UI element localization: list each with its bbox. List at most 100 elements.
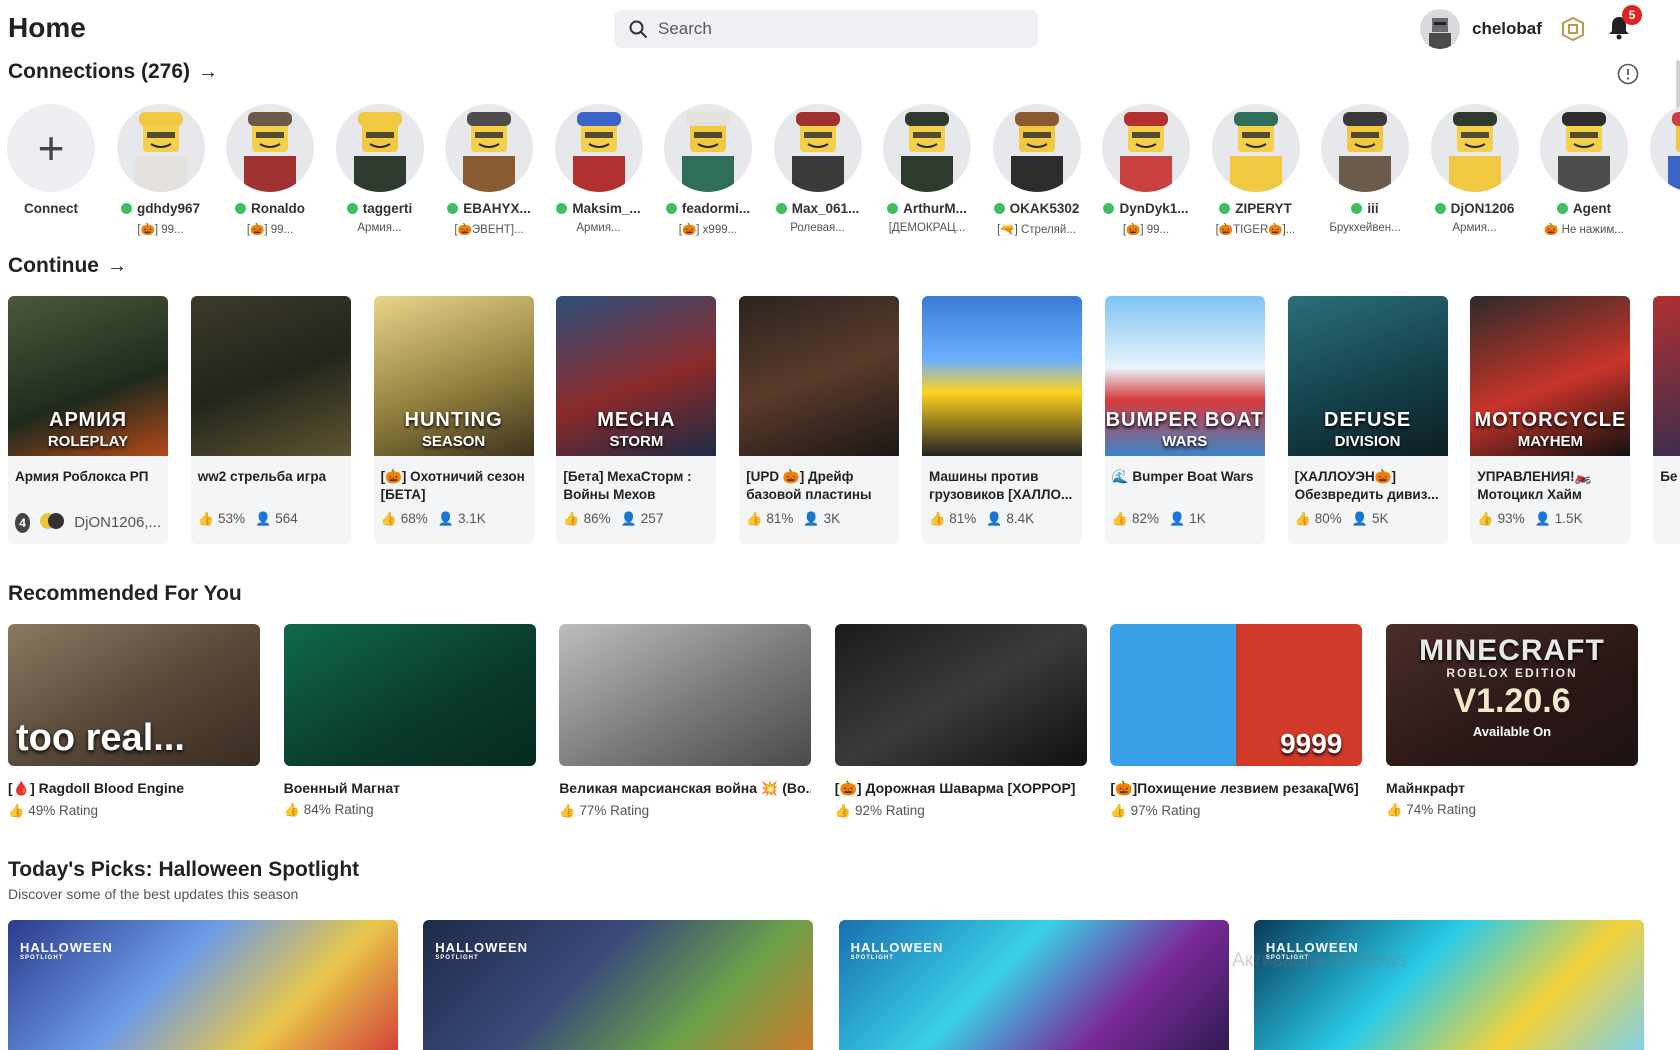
game-card[interactable]: DEFUSE DIVISION [ХАЛЛОУЭН🎃] Обезвредить ди… <box>1287 296 1448 544</box>
game-title: [🎃]Похищение лезвием резака[W6] <box>1110 780 1359 796</box>
game-rating: 👍 92% Rating <box>835 803 1087 819</box>
connection-item[interactable]: ArthurM... [ДЕМОКРАЦ... <box>872 100 982 234</box>
game-card[interactable]: Машины против грузовиков [ХАЛЛО... 👍 81% 👤 8… <box>922 296 1082 544</box>
recommended-card[interactable]: MINECRAFT ROBLOX EDITION V1.20.6 Available … <box>1386 624 1638 818</box>
search-bar[interactable] <box>614 10 1038 48</box>
avatar[interactable] <box>1430 104 1519 192</box>
thumbnail-availability: Available On <box>1472 724 1552 739</box>
username[interactable]: chelobaf <box>1472 19 1542 39</box>
avatar[interactable] <box>445 104 533 192</box>
game-card[interactable]: MECHA STORM [Бета] МехаСторм : Войны Мехов… <box>556 296 717 544</box>
game-stats: 👍 81% 👤 8.4K <box>922 502 1082 527</box>
avatar[interactable] <box>1321 104 1409 192</box>
spotlight-card[interactable]: HALLOWEEN SPOTLIGHT <box>8 920 398 1050</box>
notification-badge: 5 <box>1622 5 1642 25</box>
game-card[interactable]: BUMPER BOAT WARS 🌊 Bumper Boat Wars 👍 82% 👤 1K <box>1104 296 1265 544</box>
recommended-card[interactable]: too real... [🩸] Ragdoll Blood Engine 👍 49% … <box>8 624 260 819</box>
game-card[interactable]: [UPD 🎃] Дрейф базовой пластины 👍 81% 👤 3K <box>739 296 900 544</box>
continue-header[interactable]: Continue → <box>8 254 127 278</box>
spotlight-card[interactable]: HALLOWEEN SPOTLIGHT <box>1253 920 1644 1050</box>
avatar[interactable] <box>116 104 205 192</box>
arrow-right-icon[interactable]: → <box>107 255 127 278</box>
game-thumbnail[interactable] <box>1653 296 1680 456</box>
avatar[interactable] <box>226 104 314 192</box>
connection-item[interactable]: Ronaldo [🎃] 99... <box>215 100 325 236</box>
connection-item[interactable]: ZIPERYT [🎃TIGER🎃]... <box>1201 100 1311 236</box>
recommended-card[interactable]: Великая марсианская война 💥 (Во... 👍 77% R… <box>559 624 812 819</box>
connection-name-row: D <box>1639 201 1680 216</box>
avatar[interactable] <box>554 104 643 192</box>
spotlight-card[interactable]: HALLOWEEN SPOTLIGHT <box>838 920 1229 1050</box>
avatar[interactable] <box>1649 104 1680 192</box>
search-input[interactable] <box>658 19 1018 39</box>
game-thumbnail[interactable] <box>739 296 900 456</box>
avatar[interactable] <box>773 104 862 192</box>
game-thumbnail[interactable] <box>922 296 1082 456</box>
connection-item[interactable]: Max_061... Ролевая... <box>763 100 873 234</box>
add-connection-circle[interactable]: + <box>7 104 95 192</box>
avatar[interactable] <box>1420 9 1460 49</box>
connection-item[interactable]: iii Брукхейвен... <box>1310 100 1420 234</box>
connection-item[interactable]: Maksim_... Армия... <box>544 100 654 234</box>
premium-icon[interactable] <box>1560 16 1586 42</box>
game-thumbnail[interactable] <box>834 624 1087 766</box>
game-stats: 👍 82% 👤 1K <box>1105 502 1265 527</box>
game-thumbnail[interactable]: АРМИЯ ROLEPLAY <box>8 296 168 456</box>
recommended-card[interactable]: Военный Магнат 👍 84% Rating <box>283 624 536 818</box>
avatar[interactable] <box>1211 104 1300 192</box>
user-menu[interactable]: chelobaf <box>1420 8 1586 50</box>
connection-item[interactable]: D [🎃 <box>1639 100 1680 236</box>
game-title: [🎃] Дорожная Шаварма [ХОРРОР] <box>834 780 1076 796</box>
rating-value: 81% <box>949 511 977 526</box>
game-stats: 👍 93% 👤 1.5K <box>1470 502 1630 527</box>
recommended-card[interactable]: 9999 [🎃]Похищение лезвием резака[W6] 👍 97% … <box>1110 624 1363 819</box>
game-card[interactable]: HUNTING SEASON [🎃] Охотничий сезон [БЕТА] 👍… <box>373 296 534 544</box>
connections-header[interactable]: Connections (276) → <box>8 60 218 84</box>
spotlight-card[interactable]: HALLOWEEN SPOTLIGHT <box>423 920 814 1050</box>
recommended-card[interactable]: [🎃] Дорожная Шаварма [ХОРРОР] 👍 92% Rating <box>834 624 1087 819</box>
game-card[interactable]: MOTORCYCLE MAYHEM УПРАВЛЕНИЯ!🏍️ Мотоцикл Х… <box>1470 296 1631 544</box>
info-icon[interactable] <box>1616 62 1640 86</box>
game-thumbnail[interactable]: HUNTING SEASON <box>373 296 534 456</box>
connection-item[interactable]: feadormi... [🎃] x999... <box>653 100 763 236</box>
thumbs-up-icon: 👍 <box>834 803 851 818</box>
game-card[interactable]: АРМИЯ ROLEPLAY Армия Роблокса РП 4 DjON1206,… <box>8 296 168 544</box>
game-stats: 4 DjON1206,... <box>8 502 168 534</box>
game-thumbnail[interactable] <box>283 624 536 766</box>
game-thumbnail[interactable]: MOTORCYCLE MAYHEM <box>1470 296 1631 456</box>
connection-item[interactable]: OKAK5302 [🔫] Стреляй... <box>982 100 1092 236</box>
connection-item[interactable]: DjON1206 Армия... <box>1420 100 1530 234</box>
game-thumbnail[interactable]: BUMPER BOAT WARS <box>1104 296 1265 456</box>
connection-status: [🔫] Стреляй... <box>997 224 1076 236</box>
connect-button[interactable]: + Connect <box>0 100 106 216</box>
game-card[interactable]: Бе <box>1653 296 1680 544</box>
game-thumbnail[interactable] <box>190 296 351 456</box>
game-thumbnail[interactable]: DEFUSE DIVISION <box>1287 296 1448 456</box>
avatar[interactable] <box>1540 104 1628 192</box>
avatar[interactable] <box>992 104 1081 192</box>
avatar[interactable] <box>335 104 424 192</box>
avatar[interactable] <box>883 104 971 192</box>
rating-value: 86% <box>583 511 611 526</box>
connections-title[interactable]: Connections (276) <box>8 60 190 84</box>
players: 👤 8.4K <box>986 511 1034 527</box>
rating-value: 81% <box>766 511 794 526</box>
connection-name-row: Maksim_... <box>544 201 654 216</box>
arrow-right-icon[interactable]: → <box>198 61 218 84</box>
avatar[interactable] <box>664 104 752 192</box>
game-card[interactable]: ww2 стрельба игра 👍 53% 👤 564 <box>190 296 351 544</box>
game-thumbnail[interactable]: too real... <box>8 624 260 766</box>
connection-item[interactable]: Agent 🎃 Не нажим... <box>1529 100 1639 236</box>
game-thumbnail[interactable]: MINECRAFT ROBLOX EDITION V1.20.6 Available … <box>1386 624 1638 766</box>
game-thumbnail[interactable]: 9999 <box>1110 624 1363 766</box>
avatar[interactable] <box>1102 104 1190 192</box>
game-thumbnail[interactable] <box>559 624 812 766</box>
connection-item[interactable]: DynDyk1... [🎃] 99... <box>1091 100 1201 236</box>
continue-title[interactable]: Continue <box>8 254 99 278</box>
connection-item[interactable]: gdhdy967 [🎃] 99... <box>106 100 216 236</box>
connection-item[interactable]: taggerti Армия... <box>325 100 435 234</box>
game-thumbnail[interactable]: MECHA STORM <box>556 296 717 456</box>
online-status-icon <box>775 203 787 214</box>
game-title: ww2 стрельба игра <box>197 469 327 484</box>
connection-item[interactable]: EBAHYX... [🎃ЭВЕНТ]... <box>434 100 544 236</box>
